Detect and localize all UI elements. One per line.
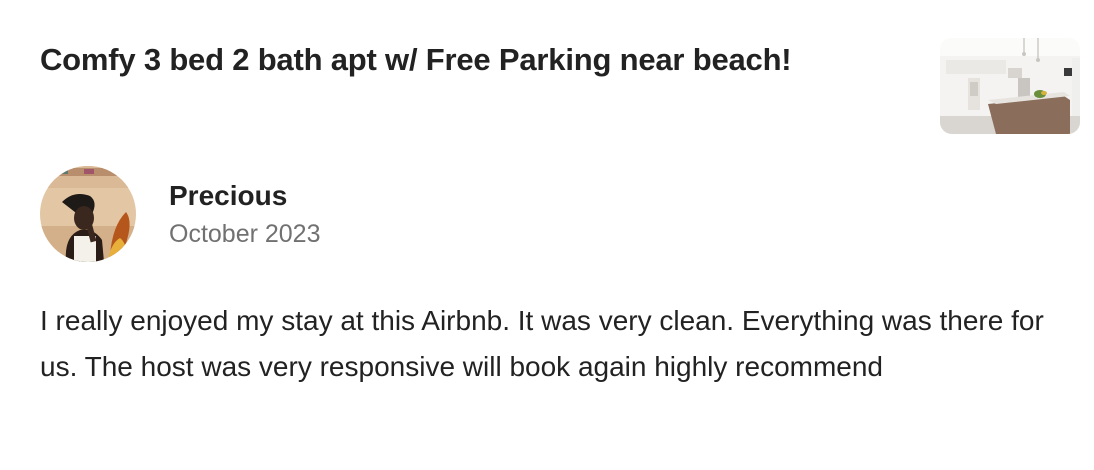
review-card: Comfy 3 bed 2 bath apt w/ Free Parking n… [0, 0, 1094, 470]
reviewer-name[interactable]: Precious [169, 176, 287, 216]
review-date: October 2023 [169, 220, 321, 248]
avatar[interactable] [40, 166, 136, 262]
listing-thumbnail[interactable] [940, 38, 1080, 134]
listing-title[interactable]: Comfy 3 bed 2 bath apt w/ Free Parking n… [40, 38, 920, 82]
review-text: I really enjoyed my stay at this Airbnb.… [40, 305, 1044, 382]
kitchen-photo-icon [940, 38, 1080, 134]
reviewer-photo-icon [40, 166, 136, 262]
